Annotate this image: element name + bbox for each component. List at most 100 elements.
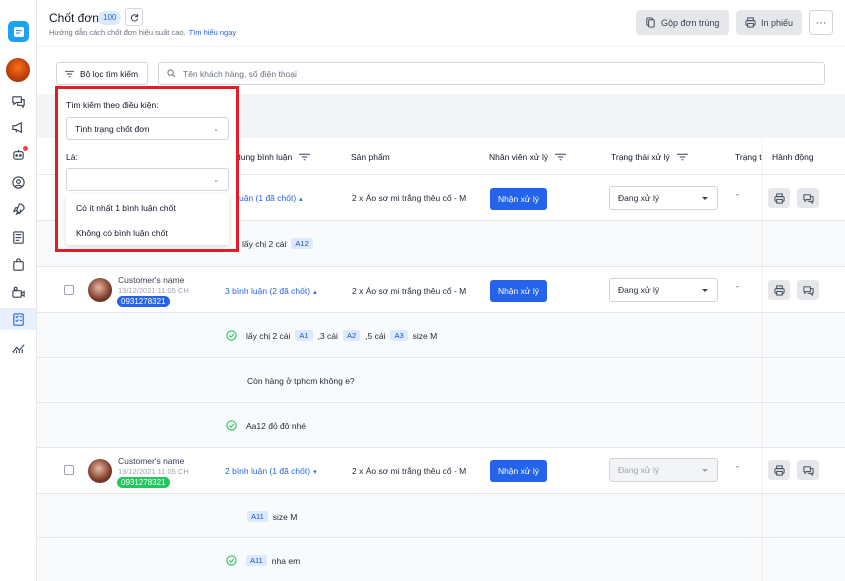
filter-button[interactable]: Bộ lọc tìm kiếm bbox=[56, 62, 148, 85]
column-product: Sản phẩm bbox=[351, 152, 390, 162]
assign-button[interactable]: Nhận xử lý bbox=[490, 460, 547, 482]
comment-summary-text: 3 bình luận (2 đã chốt) bbox=[225, 286, 311, 296]
learn-more-link[interactable]: Tìm hiểu ngay bbox=[189, 28, 237, 37]
comment-text: Aa12 đỏ đô nhé bbox=[246, 420, 307, 431]
state-cell: - bbox=[736, 461, 739, 471]
state-cell: - bbox=[736, 281, 739, 291]
product-cell: 2 x Áo sơ mi trắng thêu cổ - M bbox=[352, 193, 467, 203]
status-select: Đang xử lý bbox=[609, 458, 718, 482]
check-circle-icon bbox=[226, 555, 237, 566]
message-row-button[interactable] bbox=[797, 188, 819, 208]
phone-badge[interactable]: 0931278321 bbox=[117, 477, 170, 488]
comment-line: lấy chị 2 cái A1 ,3 cái A2 ,5 cái A3 siz… bbox=[226, 330, 437, 341]
rocket-icon[interactable] bbox=[0, 198, 36, 220]
customer-icon[interactable] bbox=[0, 171, 36, 193]
column-status: Trạng thái xử lý bbox=[611, 152, 688, 162]
column-status-label: Trạng thái xử lý bbox=[611, 152, 670, 162]
search-box bbox=[158, 62, 825, 85]
is-select[interactable]: ⌄ bbox=[66, 168, 229, 191]
print-row-button[interactable] bbox=[768, 460, 790, 480]
bot-icon[interactable] bbox=[0, 143, 36, 165]
list-icon[interactable] bbox=[0, 226, 36, 248]
status-value: Đang xử lý bbox=[618, 465, 660, 475]
print-row-button[interactable] bbox=[768, 188, 790, 208]
bag-icon[interactable] bbox=[0, 253, 36, 275]
option-no-closing-comment[interactable]: Không có bình luận chốt bbox=[76, 228, 168, 238]
state-cell: - bbox=[736, 189, 739, 199]
condition-select[interactable]: Tình trạng chốt đơn ⌄ bbox=[66, 117, 229, 140]
column-filter-icon[interactable] bbox=[299, 153, 311, 161]
message-row-button[interactable] bbox=[797, 460, 819, 480]
comment-text: size M bbox=[412, 330, 438, 341]
column-filter-icon[interactable] bbox=[555, 153, 567, 161]
chevron-down-icon: ⌄ bbox=[213, 177, 219, 184]
status-select[interactable]: Đang xử lý bbox=[609, 278, 718, 302]
product-cell: 2 x Áo sơ mi trắng thêu cổ - M bbox=[352, 286, 467, 296]
comment-text: lấy chị 2 cái bbox=[242, 238, 287, 249]
order-close-icon[interactable] bbox=[0, 308, 36, 330]
customer-time: 13/12/2021 11:05 CH bbox=[118, 467, 189, 476]
printer-icon bbox=[773, 464, 785, 476]
chat-icon bbox=[802, 465, 814, 476]
dropdown-caret-icon bbox=[702, 197, 708, 200]
comment-line: Còn hàng ở tphcm không e? bbox=[247, 376, 355, 386]
status-value: Đang xử lý bbox=[618, 285, 660, 295]
video-icon[interactable] bbox=[0, 281, 36, 303]
comment-summary[interactable]: 2 bình luận (1 đã chốt) ▾ bbox=[225, 466, 317, 476]
status-select[interactable]: Đang xử lý bbox=[609, 186, 718, 210]
merge-icon bbox=[646, 17, 655, 28]
status-value: Đang xử lý bbox=[618, 193, 660, 203]
comment-summary[interactable]: 3 bình luận (2 đã chốt) ▴ bbox=[225, 286, 317, 296]
comment-text: lấy chị 2 cái bbox=[246, 330, 291, 341]
chat-icon[interactable] bbox=[0, 90, 36, 112]
app-logo-icon[interactable] bbox=[8, 21, 29, 42]
filter-condition-popup: Tìm kiếm theo điều kiện: Tình trạng chốt… bbox=[55, 86, 239, 252]
dropdown-caret-icon bbox=[702, 469, 708, 472]
search-input[interactable] bbox=[183, 68, 783, 79]
printer-icon bbox=[773, 284, 785, 296]
row-checkbox[interactable] bbox=[64, 465, 74, 475]
assign-button[interactable]: Nhận xử lý bbox=[490, 188, 547, 210]
comment-line: A11 nha em bbox=[226, 555, 300, 566]
product-tag: A2 bbox=[342, 330, 361, 341]
printer-icon bbox=[745, 17, 756, 28]
refresh-button[interactable] bbox=[125, 8, 143, 26]
print-button[interactable]: In phiếu bbox=[736, 10, 802, 35]
analytics-icon[interactable] bbox=[0, 336, 36, 358]
print-row-button[interactable] bbox=[768, 280, 790, 300]
product-tag: A3 bbox=[390, 330, 408, 341]
customer-name[interactable]: Customer's name bbox=[118, 456, 184, 466]
expand-icon: ▴ bbox=[299, 196, 303, 203]
page-title: Chốt đơn bbox=[49, 11, 99, 25]
user-avatar[interactable] bbox=[6, 58, 30, 82]
column-filter-icon[interactable] bbox=[676, 153, 688, 161]
product-tag: A1 bbox=[295, 330, 313, 341]
assign-button[interactable]: Nhận xử lý bbox=[490, 280, 547, 302]
product-tag: A11 bbox=[246, 555, 267, 566]
option-has-closing-comment[interactable]: Có ít nhất 1 bình luận chốt bbox=[76, 203, 176, 213]
comment-line: lấy chị 2 cái A12 bbox=[226, 238, 313, 249]
megaphone-icon[interactable] bbox=[0, 116, 36, 138]
chat-icon bbox=[802, 285, 814, 296]
notification-dot bbox=[23, 146, 28, 151]
comment-summary[interactable]: n luận (1 đã chốt) ▴ bbox=[230, 193, 303, 203]
condition-label: Tìm kiếm theo điều kiện: bbox=[66, 100, 159, 110]
product-tag: A12 bbox=[291, 238, 313, 249]
printer-icon bbox=[773, 192, 785, 204]
merge-orders-button[interactable]: Gộp đơn trùng bbox=[636, 10, 729, 35]
search-icon bbox=[167, 69, 176, 78]
comment-text: ,3 cái bbox=[317, 330, 338, 341]
row-checkbox[interactable] bbox=[64, 285, 74, 295]
phone-badge[interactable]: 0931278321 bbox=[117, 296, 170, 307]
column-state: Trạng t bbox=[735, 152, 762, 162]
chevron-down-icon: ⌄ bbox=[213, 126, 219, 133]
message-row-button[interactable] bbox=[797, 280, 819, 300]
column-comment: dung bình luận bbox=[236, 152, 311, 162]
is-label: Là: bbox=[66, 152, 78, 162]
product-tag: A11 bbox=[247, 511, 268, 522]
more-options-button[interactable]: ··· bbox=[809, 10, 833, 35]
refresh-icon bbox=[130, 13, 138, 21]
customer-name[interactable]: Customer's name bbox=[118, 275, 184, 285]
sidebar bbox=[0, 0, 37, 581]
is-options-menu: Có ít nhất 1 bình luận chốt Không có bìn… bbox=[66, 194, 229, 245]
